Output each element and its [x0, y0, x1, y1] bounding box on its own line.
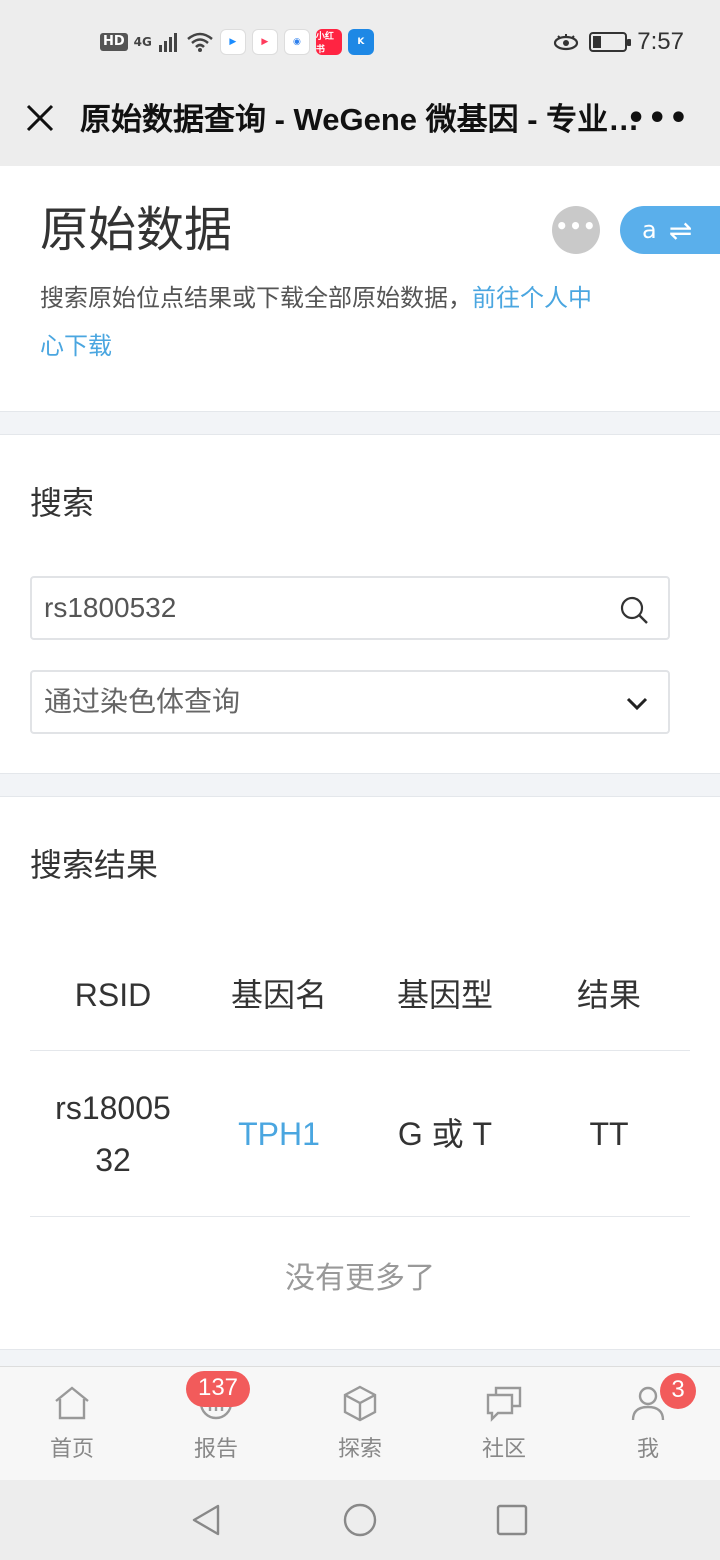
- xiaohongshu-icon: 小红书: [315, 29, 342, 55]
- cell-result: TT: [589, 1115, 629, 1152]
- tab-label-report: 报告: [193, 1437, 238, 1462]
- cell-genotype: G 或 T: [397, 1115, 493, 1152]
- column-header-genotype: 基因型: [396, 976, 493, 1013]
- report-badge: 137: [186, 1371, 250, 1407]
- youku-icon: ▶: [219, 29, 246, 55]
- search-title: 搜索: [30, 484, 95, 522]
- column-header-result: 结果: [576, 976, 641, 1013]
- header-title: 原始数据: [40, 202, 233, 258]
- system-nav-bar: [0, 1480, 720, 1560]
- results-table: RSID 基因名 基因型 结果 rs1800532 TPH1 G 或 T TT: [30, 939, 690, 1217]
- language-toggle-button[interactable]: a ⇌: [620, 206, 720, 254]
- chromosome-select[interactable]: 通过染色体查询: [30, 670, 670, 734]
- video-play-icon: ▶: [251, 29, 278, 55]
- bottom-tab-bar: 首页 137 报告 探索 社区 3 我: [0, 1366, 720, 1480]
- browser-icon: ◉: [283, 29, 310, 55]
- cell-rsid: rs1800532: [55, 1089, 171, 1178]
- table-row: rs1800532 TPH1 G 或 T TT: [30, 1051, 690, 1217]
- tab-me[interactable]: 3 我: [576, 1367, 720, 1481]
- network-indicator: 4G: [133, 35, 152, 49]
- page-title: 原始数据查询 - WeGene 微基因 - 专业的基因检测服务: [80, 102, 640, 137]
- column-header-gene: 基因名: [230, 976, 327, 1013]
- more-button[interactable]: •••: [552, 206, 600, 254]
- hd-indicator: HD: [100, 33, 128, 51]
- search-field[interactable]: [30, 576, 670, 640]
- battery-icon: [589, 32, 632, 52]
- search-icon[interactable]: [618, 594, 650, 626]
- more-options-button[interactable]: •••: [626, 104, 690, 134]
- tab-explore[interactable]: 探索: [288, 1367, 432, 1481]
- chromosome-select-value: 通过染色体查询: [44, 685, 241, 718]
- status-icons-left: HD 4G ▶ ▶ ◉ 小红书 K: [100, 28, 374, 56]
- raw-data-header: 原始数据 ••• a ⇌ 搜索原始位点结果或下载全部原始数据，前往个人中心下载: [0, 166, 720, 412]
- wifi-icon: [187, 32, 213, 52]
- column-header-rsid: RSID: [74, 976, 152, 1013]
- table-header-row: RSID 基因名 基因型 结果: [30, 939, 690, 1051]
- header-description: 搜索原始位点结果或下载全部原始数据，前往个人中心下载: [40, 274, 600, 370]
- chevron-down-icon: [626, 697, 648, 711]
- me-badge: 3: [660, 1373, 696, 1409]
- cube-icon: [343, 1385, 377, 1422]
- back-icon[interactable]: [188, 1502, 224, 1538]
- tab-report[interactable]: 137 报告: [144, 1367, 288, 1481]
- language-label: a: [642, 216, 657, 244]
- tab-home[interactable]: 首页: [0, 1367, 144, 1481]
- webview-nav-bar: 原始数据查询 - WeGene 微基因 - 专业的基因检测服务 •••: [0, 82, 720, 166]
- eye-comfort-icon: [554, 34, 579, 51]
- tab-label-community: 社区: [481, 1437, 526, 1462]
- home-icon: [55, 1386, 89, 1420]
- close-icon[interactable]: [22, 100, 58, 136]
- clock: 7:57: [637, 28, 684, 55]
- recents-icon[interactable]: [494, 1502, 530, 1538]
- home-circle-icon[interactable]: [342, 1502, 378, 1538]
- cell-gene-link[interactable]: TPH1: [196, 1108, 362, 1160]
- status-bar: HD 4G ▶ ▶ ◉ 小红书 K 7:57: [0, 0, 720, 82]
- description-text: 搜索原始位点结果或下载全部原始数据，: [40, 284, 472, 312]
- tab-label-explore: 探索: [337, 1437, 382, 1462]
- tab-label-me: 我: [636, 1437, 659, 1462]
- status-icons-right: 7:57: [553, 26, 684, 58]
- no-more-text: 没有更多了: [285, 1261, 435, 1296]
- search-section: 搜索 通过染色体查询: [0, 434, 720, 774]
- tab-label-home: 首页: [49, 1437, 94, 1462]
- signal-icon: [158, 33, 177, 52]
- swap-icon: ⇌: [668, 213, 693, 247]
- chat-icon: [486, 1386, 522, 1422]
- k-app-icon: K: [347, 29, 374, 55]
- search-input[interactable]: [44, 586, 604, 630]
- results-section: 搜索结果 RSID 基因名 基因型 结果 rs1800532 TPH1 G 或 …: [0, 796, 720, 1350]
- results-title: 搜索结果: [30, 846, 159, 884]
- tab-community[interactable]: 社区: [432, 1367, 576, 1481]
